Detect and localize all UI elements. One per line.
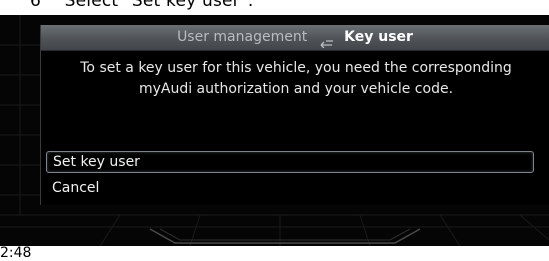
breadcrumb-parent[interactable]: User management (177, 29, 307, 45)
cancel-option[interactable]: Cancel (46, 177, 526, 199)
infotainment-screen: User management Key user To set a key us… (0, 15, 549, 246)
return-arrow-icon (320, 32, 334, 49)
dialog-message: To set a key user for this vehicle, you … (80, 60, 512, 97)
instruction-caption: 6 Select "Set key user". (30, 0, 254, 11)
screenshot-page: 6 Select "Set key user". User management… (0, 0, 549, 261)
step-number: 6 (30, 0, 42, 11)
clock-time: 2:48 (0, 245, 32, 261)
set-key-user-option[interactable]: Set key user (46, 151, 534, 173)
step-instruction: Select "Set key user". (64, 0, 254, 11)
dialog-title: Key user (344, 29, 413, 45)
dialog-header: User management Key user (41, 25, 549, 51)
key-user-dialog: User management Key user To set a key us… (40, 25, 549, 205)
